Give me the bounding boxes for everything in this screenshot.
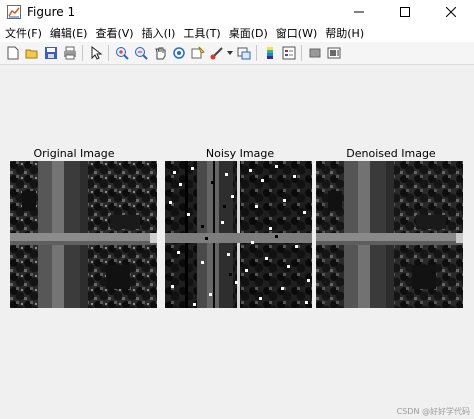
pointer-button[interactable] bbox=[86, 44, 105, 63]
maximize-button[interactable] bbox=[382, 0, 428, 24]
open-file-button[interactable] bbox=[22, 44, 41, 63]
brush-button[interactable] bbox=[207, 44, 226, 63]
rotate-3d-button[interactable] bbox=[169, 44, 188, 63]
pan-button[interactable] bbox=[150, 44, 169, 63]
brush-icon bbox=[210, 47, 223, 60]
figure-window: Figure 1 文件(F) 编辑(E) 查看(V) 插入(I) 工具(T) 桌… bbox=[0, 0, 474, 419]
menu-tools[interactable]: 工具(T) bbox=[179, 25, 224, 41]
link-plot-button[interactable] bbox=[234, 44, 253, 63]
menu-view[interactable]: 查看(V) bbox=[91, 25, 137, 41]
toolbar-separator bbox=[256, 45, 257, 61]
pointer-icon bbox=[91, 46, 102, 60]
title-bar[interactable]: Figure 1 bbox=[0, 0, 474, 24]
zoom-out-button[interactable] bbox=[131, 44, 150, 63]
menu-window[interactable]: 窗口(W) bbox=[272, 25, 321, 41]
maximize-icon bbox=[400, 7, 410, 17]
brush-dropdown-button[interactable] bbox=[226, 44, 234, 63]
close-icon bbox=[446, 7, 456, 17]
colorbar-button[interactable] bbox=[260, 44, 279, 63]
axes-title-original: Original Image bbox=[33, 147, 115, 160]
legend-icon bbox=[282, 46, 295, 60]
figure-toolbar bbox=[0, 42, 474, 65]
legend-button[interactable] bbox=[279, 44, 298, 63]
zoom-out-icon bbox=[134, 47, 148, 60]
data-cursor-button[interactable] bbox=[188, 44, 207, 63]
axes-title-denoised: Denoised Image bbox=[346, 147, 436, 160]
hide-plot-tools-button[interactable] bbox=[305, 44, 324, 63]
colorbar-icon bbox=[266, 47, 273, 59]
zoom-in-button[interactable] bbox=[112, 44, 131, 63]
toolbar-separator bbox=[108, 45, 109, 61]
rotate-3d-icon bbox=[172, 47, 185, 59]
denoised-image bbox=[316, 161, 463, 308]
matlab-figure-icon bbox=[7, 5, 21, 19]
show-plot-tools-button[interactable] bbox=[324, 44, 343, 63]
new-figure-icon bbox=[7, 46, 18, 60]
menu-bar: 文件(F) 编辑(E) 查看(V) 插入(I) 工具(T) 桌面(D) 窗口(W… bbox=[0, 24, 474, 42]
toolbar-separator bbox=[82, 45, 83, 61]
noisy-image bbox=[165, 161, 312, 308]
save-button[interactable] bbox=[41, 44, 60, 63]
watermark-text: CSDN @好好学代码 bbox=[396, 407, 470, 416]
close-button[interactable] bbox=[428, 0, 474, 24]
open-file-icon bbox=[25, 49, 37, 59]
hide-plot-tools-icon bbox=[309, 48, 320, 58]
save-icon bbox=[44, 47, 57, 59]
toolbar-separator bbox=[301, 45, 302, 61]
minimize-icon bbox=[354, 11, 364, 13]
print-button[interactable] bbox=[60, 44, 79, 63]
link-plot-icon bbox=[237, 47, 250, 60]
figure-canvas[interactable]: Original Image Noisy Image Denoised Imag… bbox=[0, 66, 474, 419]
minimize-button[interactable] bbox=[336, 0, 382, 24]
menu-file[interactable]: 文件(F) bbox=[0, 25, 46, 41]
new-figure-button[interactable] bbox=[3, 44, 22, 63]
data-cursor-icon bbox=[191, 46, 205, 59]
menu-insert[interactable]: 插入(I) bbox=[138, 25, 180, 41]
brush-dropdown-icon bbox=[227, 51, 233, 55]
menu-help[interactable]: 帮助(H) bbox=[321, 25, 368, 41]
pan-icon bbox=[154, 47, 165, 60]
menu-edit[interactable]: 编辑(E) bbox=[46, 25, 92, 41]
zoom-in-icon bbox=[115, 47, 129, 60]
show-plot-tools-icon bbox=[327, 47, 340, 59]
menu-desktop[interactable]: 桌面(D) bbox=[225, 25, 272, 41]
window-title: Figure 1 bbox=[27, 5, 76, 19]
print-icon bbox=[63, 46, 76, 60]
axes-title-noisy: Noisy Image bbox=[205, 147, 275, 160]
original-image bbox=[10, 161, 157, 308]
